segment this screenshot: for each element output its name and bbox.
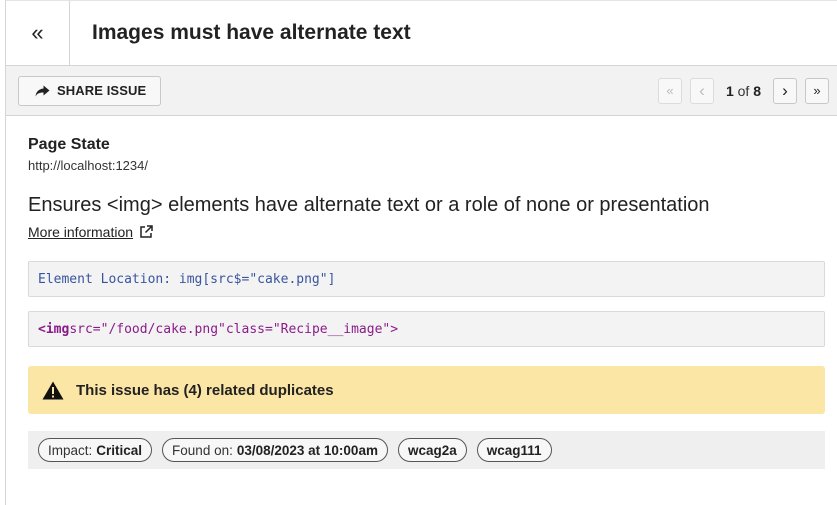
previous-issue-button[interactable]: ‹ xyxy=(689,77,714,104)
last-issue-button[interactable]: » xyxy=(805,77,829,104)
warning-icon xyxy=(42,381,64,399)
duplicates-banner: This issue has (4) related duplicates xyxy=(28,366,825,414)
found-on-label: Found on: xyxy=(172,442,233,458)
share-arrow-icon xyxy=(35,85,50,96)
first-issue-button[interactable]: « xyxy=(657,77,682,104)
issue-counter: 1 of 8 xyxy=(722,83,765,99)
impact-label: Impact: xyxy=(48,442,93,458)
counter-of-text: of xyxy=(737,82,750,99)
html-tag-close: > xyxy=(390,321,399,337)
more-information-label: More information xyxy=(28,224,134,240)
html-value-src: "/food/cake.png" xyxy=(100,321,226,337)
total-issue-count: 8 xyxy=(753,82,761,99)
html-value-class: "Recipe__image" xyxy=(272,321,391,337)
tag-wcag111: wcag111 xyxy=(476,438,552,462)
element-location-box: Element Location: img[src$="cake.png"] xyxy=(28,261,825,297)
found-on-badge: Found on: 03/08/2023 at 10:00am xyxy=(162,438,388,462)
double-chevron-left-icon: « xyxy=(666,83,674,98)
html-attr-src: src= xyxy=(69,321,101,337)
element-html-box: <img src= "/food/cake.png" class= "Recipe_… xyxy=(28,311,825,347)
collapse-panel-button[interactable]: « xyxy=(6,1,70,65)
element-location-text: Element Location: img[src$="cake.png"] xyxy=(38,271,336,287)
duplicates-text: This issue has (4) related duplicates xyxy=(76,381,334,399)
more-information-link[interactable]: More information xyxy=(28,224,153,240)
found-on-value: 03/08/2023 at 10:00am xyxy=(236,442,378,458)
issue-toolbar: SHARE ISSUE « ‹ 1 of 8 › » xyxy=(6,66,837,116)
impact-value: Critical xyxy=(96,442,143,458)
issue-title: Images must have alternate text xyxy=(92,21,411,44)
html-attr-class: class= xyxy=(225,321,273,337)
share-issue-label: SHARE ISSUE xyxy=(57,83,147,98)
html-tag-open: <img xyxy=(38,321,70,337)
issue-tags-bar: Impact: Critical Found on: 03/08/2023 at… xyxy=(28,431,825,469)
rule-description: Ensures <img> elements have alternate te… xyxy=(28,194,710,216)
page-state-label: Page State xyxy=(28,136,110,153)
external-link-icon xyxy=(140,225,153,238)
chevron-left-icon: ‹ xyxy=(699,81,705,100)
share-issue-button[interactable]: SHARE ISSUE xyxy=(18,75,162,106)
double-chevron-right-icon: » xyxy=(813,83,821,98)
chevron-right-icon: › xyxy=(782,81,788,100)
issue-content: Page State http://localhost:1234/ Ensure… xyxy=(6,116,837,469)
tag-wcag2a: wcag2a xyxy=(397,438,467,462)
next-issue-button[interactable]: › xyxy=(773,77,797,104)
double-chevron-left-icon: « xyxy=(31,20,44,45)
page-state-url: http://localhost:1234/ xyxy=(28,158,148,173)
issue-header: « Images must have alternate text xyxy=(6,0,837,66)
impact-badge: Impact: Critical xyxy=(38,438,153,462)
issue-panel: « Images must have alternate text SHARE … xyxy=(5,0,837,505)
current-issue-number: 1 xyxy=(725,82,734,99)
issue-pager: « ‹ 1 of 8 › » xyxy=(657,77,829,104)
